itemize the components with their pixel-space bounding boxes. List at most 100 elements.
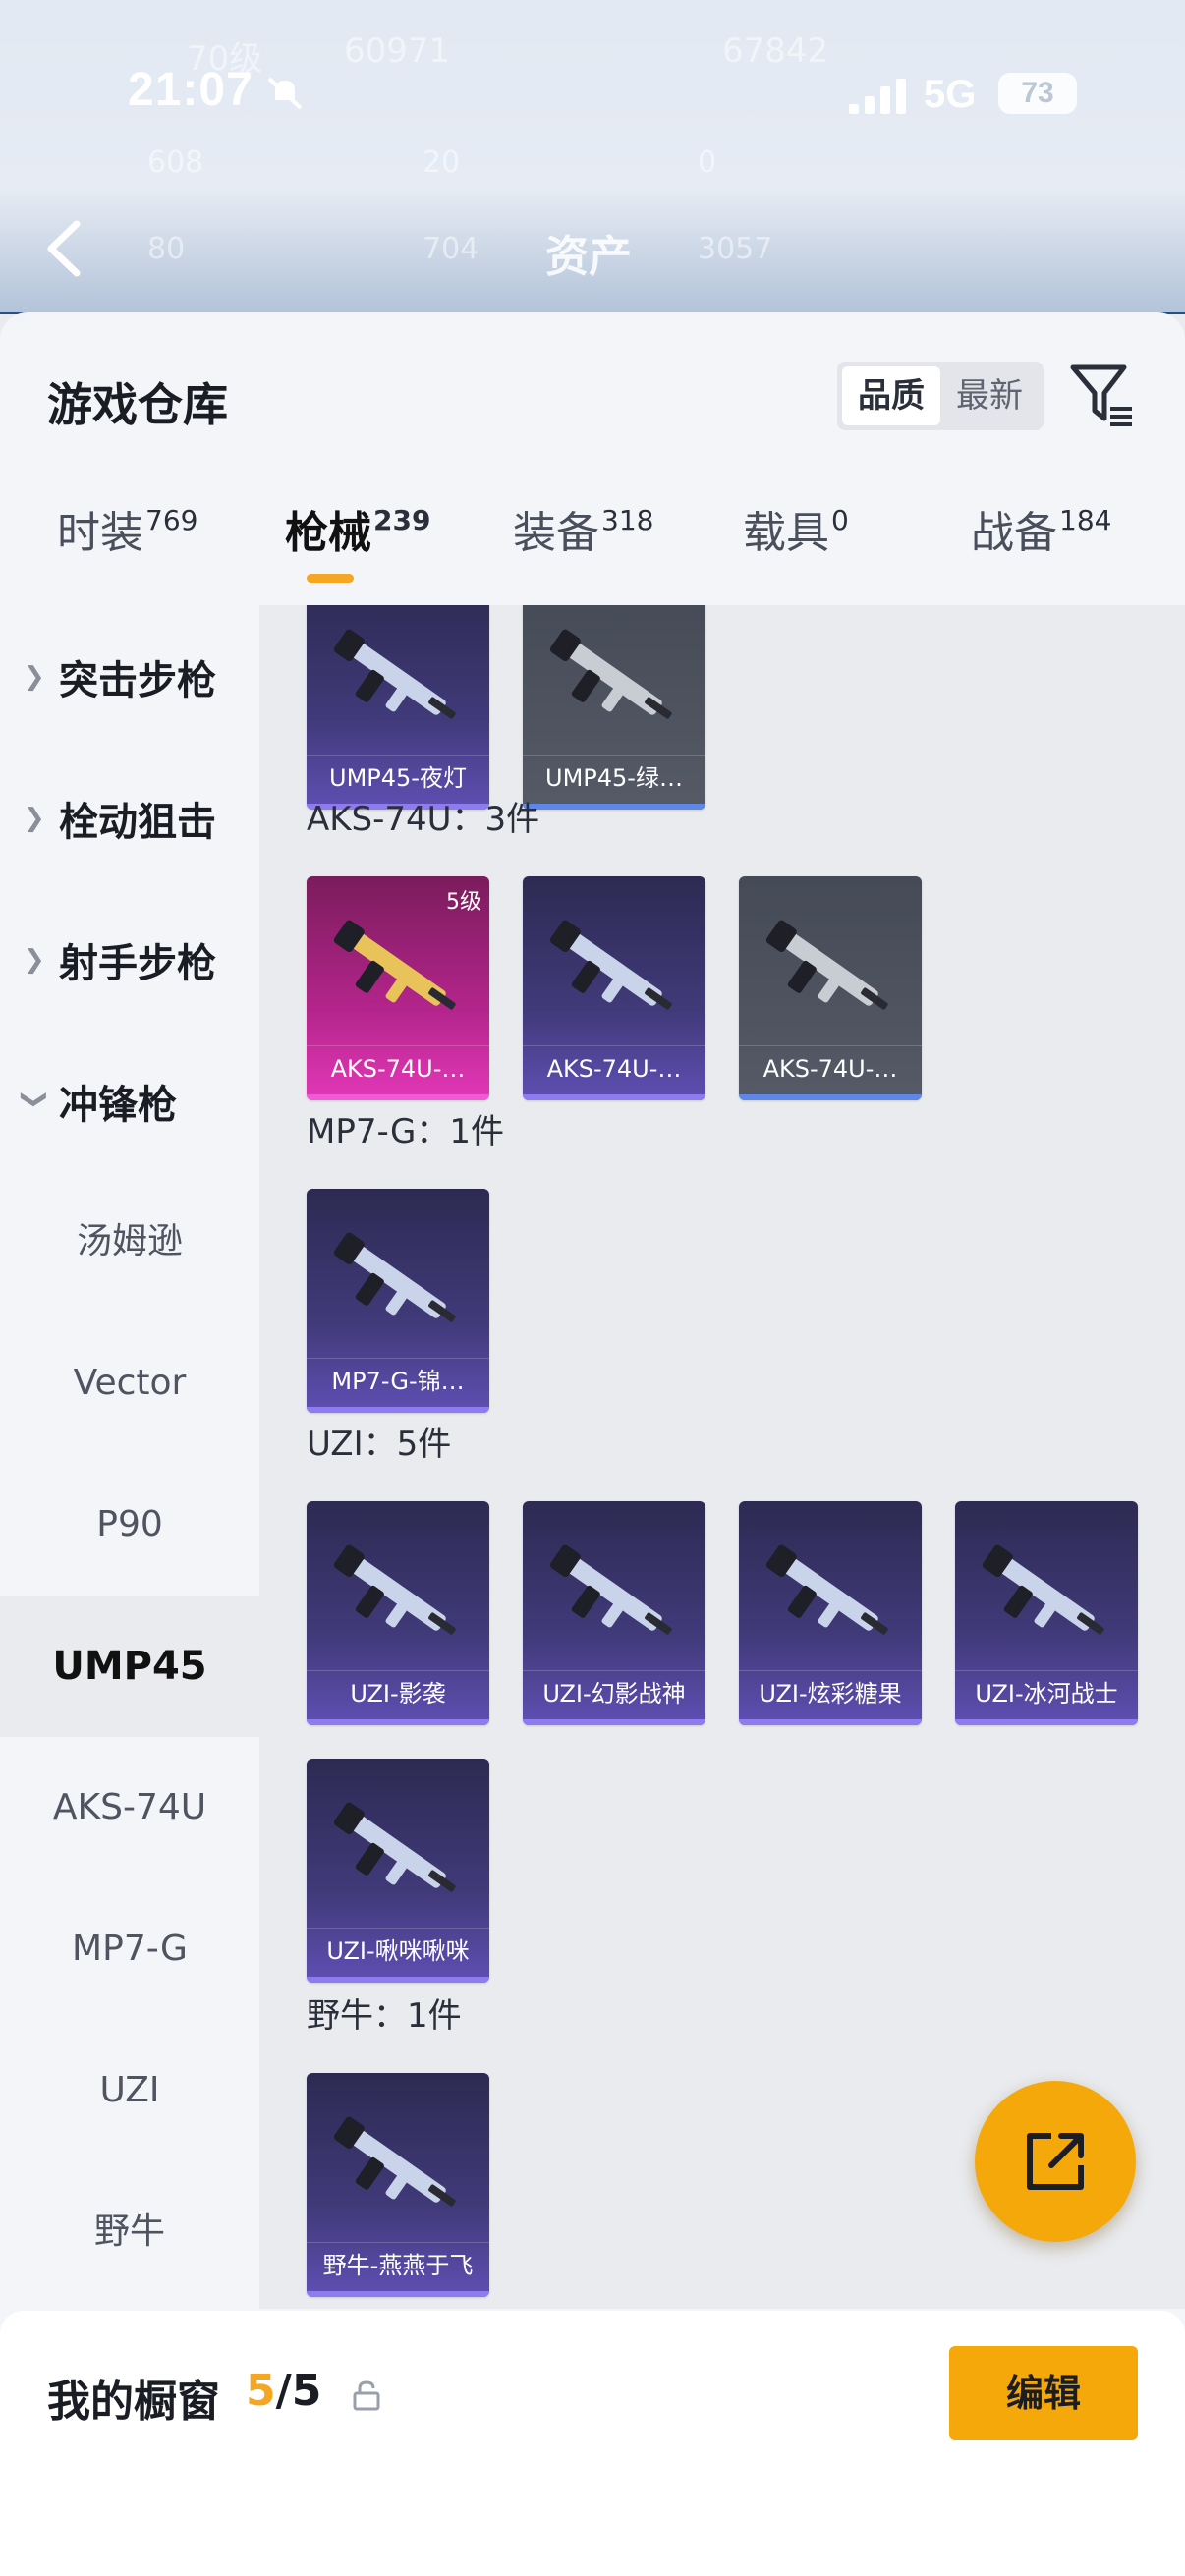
sidebar-item-thompson[interactable]: 汤姆逊 — [0, 1171, 259, 1313]
filter-icon[interactable] — [1069, 362, 1136, 428]
stat-5: 704 — [423, 232, 480, 266]
rarity-bar — [739, 1094, 922, 1100]
rarity-bar — [523, 1719, 705, 1725]
weapon-card[interactable]: 野牛-燕燕于飞 — [307, 2073, 489, 2297]
rarity-bar — [955, 1719, 1138, 1725]
weapon-card[interactable]: UZI-影袭 — [307, 1501, 489, 1725]
sidebar-category-marksman-rifle[interactable]: ❯ 射手步枪 — [0, 888, 259, 1030]
tab-supplies[interactable]: 战备184 — [971, 497, 1111, 560]
weapon-name: AKS-74U-… — [739, 1045, 922, 1091]
weapon-image — [333, 629, 456, 719]
chevron-down-icon: ❯ — [19, 1089, 49, 1110]
tab-label: 装备 — [513, 508, 599, 558]
warehouse-sheet: 游戏仓库 品质 最新 时装769 枪械239 装备318 载具0 战备184 ❯… — [0, 312, 1185, 2576]
rarity-bar — [307, 1719, 489, 1725]
sort-toggle: 品质 最新 — [837, 362, 1044, 430]
sidebar-item-ump45[interactable]: UMP45 — [0, 1596, 259, 1737]
category-label: 冲锋枪 — [59, 1083, 177, 1128]
sheet-title: 游戏仓库 — [47, 378, 228, 431]
tab-vehicles[interactable]: 载具0 — [743, 497, 849, 560]
tab-label: 战备 — [971, 508, 1057, 558]
sidebar-item-mp7g[interactable]: MP7-G — [0, 1878, 259, 2020]
rarity-bar — [307, 1977, 489, 1983]
weapon-card[interactable]: UZI-冰河战士 — [955, 1501, 1138, 1725]
showcase-footer: 我的橱窗 5/5 编辑 — [0, 2311, 1185, 2576]
sidebar-item-bizon[interactable]: 野牛 — [0, 2161, 259, 2303]
tab-count: 769 — [145, 504, 198, 536]
weapon-name: UZI-炫彩糖果 — [739, 1670, 922, 1715]
edit-button[interactable]: 编辑 — [949, 2346, 1138, 2440]
battery-indicator: 73 — [998, 73, 1077, 114]
weapon-name: UZI-幻影战神 — [523, 1670, 705, 1715]
category-tabs: 时装769 枪械239 装备318 载具0 战备184 — [0, 497, 1185, 605]
weapon-list: UMP45-夜灯 UMP45-绿… AKS-74U：3件 5级 AKS-74U-… AKS… — [259, 605, 1185, 2309]
weapon-image — [765, 920, 888, 1010]
chevron-right-icon: ❯ — [24, 804, 45, 833]
showcase-total: /5 — [275, 2366, 322, 2416]
level-badge: 5级 — [446, 890, 481, 915]
sidebar-item-uzi[interactable]: UZI — [0, 2020, 259, 2161]
network-type: 5G — [924, 73, 977, 116]
stat-3: 0 — [698, 145, 717, 180]
share-button[interactable] — [975, 2081, 1136, 2242]
sidebar-category-bolt-sniper[interactable]: ❯ 栓动狙击 — [0, 747, 259, 888]
weapon-image — [549, 920, 672, 1010]
weapon-name: UZI-影袭 — [307, 1670, 489, 1715]
status-time: 21:07 — [128, 64, 254, 116]
stat-6: 3057 — [698, 232, 773, 266]
sidebar-category-assault-rifle[interactable]: ❯ 突击步枪 — [0, 605, 259, 747]
group-title: AKS-74U：3件 — [307, 800, 540, 839]
sort-quality[interactable]: 品质 — [842, 366, 940, 425]
weapon-card[interactable]: AKS-74U-… — [523, 876, 705, 1100]
weapon-card[interactable]: UZI-啾咪啾咪 — [307, 1759, 489, 1983]
weapon-card[interactable]: UZI-炫彩糖果 — [739, 1501, 922, 1725]
page-title: 资产 — [545, 232, 632, 282]
weapon-image — [333, 1802, 456, 1892]
weapon-name: AKS-74U-… — [307, 1045, 489, 1091]
weapon-name: MP7-G-锦… — [307, 1358, 489, 1403]
sort-latest[interactable]: 最新 — [940, 366, 1039, 425]
weapon-image — [982, 1544, 1104, 1635]
weapon-image — [333, 1232, 456, 1322]
sidebar-item-aks74u[interactable]: AKS-74U — [0, 1737, 259, 1878]
tab-equipment[interactable]: 装备318 — [513, 497, 653, 560]
sidebar-category-smg[interactable]: ❯ 冲锋枪 — [0, 1030, 259, 1171]
weapon-name: AKS-74U-… — [523, 1045, 705, 1091]
rarity-bar — [307, 2291, 489, 2297]
weapon-card[interactable]: 5级 AKS-74U-… — [307, 876, 489, 1100]
showcase-label: 我的橱窗 — [47, 2377, 220, 2427]
category-label: 射手步枪 — [59, 941, 216, 986]
weapon-sidebar: ❯ 突击步枪 ❯ 栓动狙击 ❯ 射手步枪 ❯ 冲锋枪 汤姆逊 Vector P90 UM… — [0, 605, 259, 2309]
signal-icon — [849, 79, 906, 114]
external-link-icon — [1027, 2133, 1084, 2190]
tab-count: 0 — [831, 504, 849, 536]
weapon-name: UZI-冰河战士 — [955, 1670, 1138, 1715]
showcase-count: 5/5 — [246, 2366, 321, 2416]
bell-muted-icon — [267, 77, 303, 110]
group-title: MP7-G：1件 — [307, 1112, 504, 1151]
showcase-current: 5 — [246, 2366, 276, 2416]
tab-fashion[interactable]: 时装769 — [57, 497, 198, 560]
rarity-bar — [523, 1094, 705, 1100]
weapon-card[interactable]: UZI-幻影战神 — [523, 1501, 705, 1725]
back-arrow-icon[interactable] — [39, 216, 88, 281]
sidebar-item-vector[interactable]: Vector — [0, 1313, 259, 1454]
tab-firearms[interactable]: 枪械239 — [285, 497, 430, 583]
rarity-bar — [307, 1407, 489, 1413]
group-title: UZI：5件 — [307, 1425, 452, 1464]
tab-label: 枪械 — [285, 508, 371, 558]
rarity-bar — [307, 1094, 489, 1100]
weapon-image — [333, 920, 456, 1010]
tab-label: 时装 — [57, 508, 143, 558]
weapon-card[interactable]: UMP45-夜灯 — [307, 605, 489, 810]
tab-count: 318 — [601, 504, 654, 536]
stat-4: 80 — [147, 232, 186, 266]
weapon-card[interactable]: AKS-74U-… — [739, 876, 922, 1100]
sidebar-item-p90[interactable]: P90 — [0, 1454, 259, 1596]
weapon-card[interactable]: UMP45-绿… — [523, 605, 705, 810]
weapon-card[interactable]: MP7-G-锦… — [307, 1189, 489, 1413]
chevron-right-icon: ❯ — [24, 662, 45, 692]
category-label: 栓动狙击 — [59, 800, 216, 845]
stat-1: 608 — [147, 145, 204, 180]
chevron-right-icon: ❯ — [24, 945, 45, 975]
